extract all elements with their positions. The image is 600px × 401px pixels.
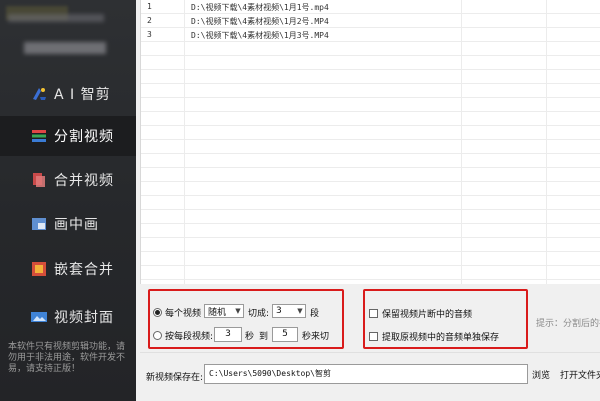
table-row (141, 84, 600, 98)
table-row (141, 224, 600, 238)
segments-unit-label: 段 (310, 309, 320, 319)
end-label: 秒来切 (302, 332, 330, 342)
merge-video-icon (30, 171, 48, 189)
table-row (141, 154, 600, 168)
sidebar-item-video-cover[interactable]: 视频封面 (0, 297, 136, 337)
sidebar-item-merge-video[interactable]: 合并视频 (0, 160, 136, 200)
table-row[interactable]: 3 D:\视频下载\4素材视频\1月3号.MP4 (141, 28, 600, 42)
extract-audio-label: 提取原视频中的音频单独保存 (382, 333, 500, 343)
sidebar-item-ai-cut[interactable]: A I 智剪 (0, 74, 136, 114)
table-row (141, 210, 600, 224)
table-row (141, 238, 600, 252)
radio-by-time[interactable]: 按每段视频: (153, 329, 213, 342)
app-title-blurred (8, 14, 104, 22)
radio-per-video[interactable]: 每个视频 (153, 306, 201, 319)
cut-into-label: 切成: (248, 309, 270, 319)
table-row (141, 126, 600, 140)
per-video-label: 每个视频 (165, 309, 202, 319)
sidebar-item-nested-merge[interactable]: 嵌套合并 (0, 249, 136, 289)
sidebar-item-label: 嵌套合并 (54, 262, 114, 278)
picture-in-picture-icon (30, 215, 48, 233)
split-video-icon (30, 127, 48, 145)
disclaimer-text: 本软件只有视频剪辑功能，请勿用于非法用途，软件开发不易，请支持正版！ (8, 342, 126, 374)
radio-button-checked[interactable] (153, 308, 162, 317)
sidebar-item-label: 视频封面 (54, 310, 114, 326)
table-row (141, 266, 600, 280)
sidebar-item-label: A I 智剪 (54, 87, 111, 103)
ai-cut-icon (30, 85, 48, 103)
checkbox[interactable] (369, 332, 378, 341)
table-row (141, 196, 600, 210)
video-cover-icon (30, 308, 48, 326)
row-path: D:\视频下载\4素材视频\1月2号.MP4 (191, 17, 329, 26)
sidebar-item-label: 画中画 (54, 217, 99, 233)
row-path: D:\视频下载\4素材视频\1月3号.MP4 (191, 31, 329, 40)
sidebar-item-label: 分割视频 (54, 129, 114, 145)
sec-label: 秒 (245, 332, 255, 342)
save-path-input[interactable]: C:\Users\5090\Desktop\智剪 (204, 364, 528, 384)
sidebar-item-split-video[interactable]: 分割视频 (0, 116, 136, 156)
radio-button[interactable] (153, 331, 162, 340)
to-seconds-input[interactable]: 5 (272, 327, 298, 342)
table-row (141, 98, 600, 112)
from-seconds-input[interactable]: 3 (214, 327, 242, 342)
to-label: 到 (259, 332, 269, 342)
table-row[interactable]: 2 D:\视频下载\4素材视频\1月2号.MP4 (141, 14, 600, 28)
sidebar-item-label: 合并视频 (54, 173, 114, 189)
row-index: 3 (147, 30, 152, 39)
by-time-label: 按每段视频: (165, 332, 214, 342)
checkbox[interactable] (369, 309, 378, 318)
keep-audio-option[interactable]: 保留视频片断中的音频 (369, 307, 472, 320)
sidebar-item-picture-in-picture[interactable]: 画中画 (0, 204, 136, 244)
row-path: D:\视频下载\4素材视频\1月1号.mp4 (191, 3, 329, 12)
keep-audio-label: 保留视频片断中的音频 (382, 310, 473, 320)
row-index: 2 (147, 16, 152, 25)
hint-text: 提示：分割后的视 (536, 319, 600, 329)
table-row (141, 140, 600, 154)
browse-button[interactable]: 浏览 (532, 368, 550, 381)
nested-merge-icon (30, 260, 48, 278)
table-row (141, 252, 600, 266)
table-row (141, 56, 600, 70)
chevron-down-icon: ▼ (297, 307, 303, 315)
table-row[interactable]: 1 D:\视频下载\4素材视频\1月1号.mp4 (141, 0, 600, 14)
extract-audio-option[interactable]: 提取原视频中的音频单独保存 (369, 330, 499, 343)
table-row (141, 42, 600, 56)
segments-select[interactable]: 3 ▼ (272, 304, 306, 318)
sidebar: A I 智剪 分割视频 合并视频 画中画 嵌套合并 视频封面 本软件只有视频剪辑… (0, 0, 136, 401)
segments-select-value: 3 (276, 306, 282, 316)
file-list[interactable]: 1 D:\视频下载\4素材视频\1月1号.mp4 2 D:\视频下载\4素材视频… (140, 0, 600, 284)
row-index: 1 (147, 2, 152, 11)
save-location-label: 新视频保存在: (146, 373, 204, 383)
table-row (141, 168, 600, 182)
table-row (141, 112, 600, 126)
open-folder-button[interactable]: 打开文件夹 (560, 368, 600, 381)
chevron-down-icon: ▼ (235, 307, 241, 315)
mode-select-value: 随机 (208, 307, 227, 318)
app-subtitle-blurred (24, 42, 106, 54)
table-row (141, 70, 600, 84)
table-row (141, 182, 600, 196)
mode-select[interactable]: 随机 ▼ (204, 304, 244, 318)
